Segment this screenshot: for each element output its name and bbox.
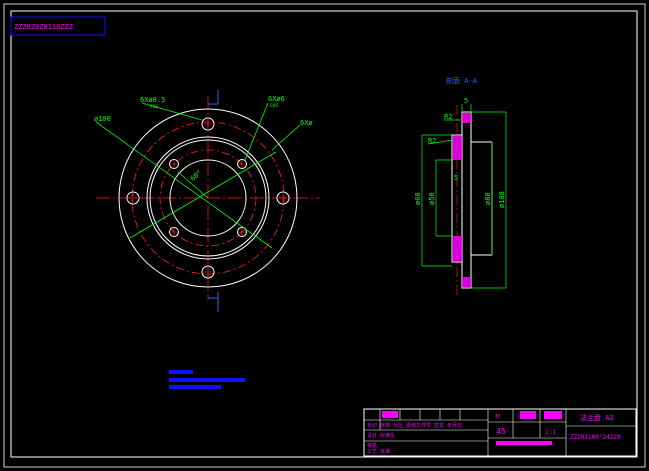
tb-row-4: 工艺 批准	[367, 448, 390, 455]
note-bar-3	[169, 385, 221, 389]
title-block-fill-3	[544, 411, 562, 419]
tb-scale-value: 1:1	[545, 429, 556, 436]
title-block-fill-4	[496, 441, 552, 445]
title-block-fill-1	[382, 411, 398, 418]
label-outer-diameter: ø100	[94, 115, 111, 123]
corner-stamp-text: ZZZ0Z0Z0110ZZZ	[14, 23, 73, 31]
tb-row-3: 审核	[367, 442, 377, 449]
label-dia-60: ø60	[414, 192, 422, 205]
hatch-bottom	[453, 236, 462, 261]
tb-drawing-name: 法兰盘 A3	[580, 413, 614, 422]
label-dia-80: ø80	[484, 192, 492, 205]
label-hole-small-note: EQS	[270, 103, 278, 109]
section-title: 剖面 A-A	[446, 76, 478, 85]
hatch-bottom-plate	[462, 277, 471, 287]
note-bar-1	[169, 370, 193, 374]
label-hole-large-note: EQS	[150, 104, 158, 110]
label-hole-small: 6Xø6	[268, 95, 285, 103]
tb-row-1: 标记 处数 分区 更改文件号 签名 年月日	[367, 422, 462, 429]
tb-row-2: 设计 标准化	[367, 432, 395, 439]
title-block-fill-2	[520, 411, 536, 419]
drawing-background	[0, 0, 649, 471]
tb-material-value: 45	[496, 427, 506, 436]
hatch-top-plate	[462, 113, 471, 123]
label-hole-count: 6Xø	[300, 119, 313, 127]
tb-material-label: 材	[495, 413, 500, 420]
label-hole-large: 6Xø8.5	[140, 96, 165, 104]
label-thickness: 5	[464, 97, 468, 105]
note-bar-2	[169, 378, 245, 382]
tb-drawing-code: ZZZ01100°24228	[570, 434, 621, 441]
label-dia-50: ø50	[428, 192, 436, 205]
label-step: 5	[454, 174, 458, 182]
label-radius-mid: R2	[428, 137, 436, 145]
hatch-top	[453, 136, 462, 160]
label-dia-108: ø108	[498, 191, 506, 208]
cad-drawing-canvas: ZZZ0Z0Z0110ZZZ 6Xø8.5 EQS 6Xø6 EQS 6Xø ø…	[0, 0, 649, 471]
label-radius-top: R2	[444, 113, 452, 121]
